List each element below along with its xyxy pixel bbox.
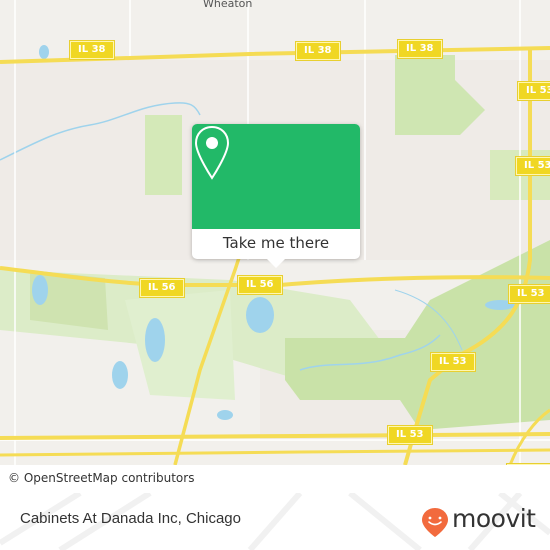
road-butterfield xyxy=(0,432,550,440)
road-shield: IL 53 xyxy=(509,285,550,303)
road-shield: US 34 xyxy=(507,464,550,465)
lake xyxy=(112,361,128,389)
place-label-wheaton: Wheaton xyxy=(203,0,253,10)
lake xyxy=(145,318,165,362)
moovit-pin-icon xyxy=(422,508,448,537)
road-shield: IL 38 xyxy=(296,42,340,60)
park-area xyxy=(125,290,235,400)
lake xyxy=(246,297,274,333)
location-popup: Take me there xyxy=(192,124,360,268)
road-i88 xyxy=(0,448,550,457)
road-shield: IL 38 xyxy=(398,40,442,58)
popup-header xyxy=(192,124,360,229)
road-shield: IL 38 xyxy=(70,41,114,59)
road-shield: IL 53 xyxy=(388,426,432,444)
lake xyxy=(32,275,48,305)
footer: Cabinets At Danada Inc, Chicago moovit xyxy=(0,493,550,550)
lake xyxy=(39,45,49,59)
road-shield: IL 53 xyxy=(431,353,475,371)
map-attribution[interactable]: © OpenStreetMap contributors xyxy=(0,468,203,492)
place-title: Cabinets At Danada Inc, Chicago xyxy=(20,510,241,527)
road-shield: IL 56 xyxy=(238,276,282,294)
take-me-there-button[interactable]: Take me there xyxy=(192,229,360,259)
map-view[interactable]: Wheaton IL 38 IL 38 IL 38 IL 53 IL 53 IL… xyxy=(0,0,550,465)
lake xyxy=(217,410,233,420)
road-shield: IL 56 xyxy=(140,279,184,297)
map-pin-icon xyxy=(194,125,230,180)
road-shield: IL 53 xyxy=(518,82,550,100)
road-shield: IL 53 xyxy=(516,157,550,175)
popup-pointer xyxy=(267,259,285,268)
moovit-wordmark: moovit xyxy=(452,504,536,533)
park-area xyxy=(145,115,182,195)
